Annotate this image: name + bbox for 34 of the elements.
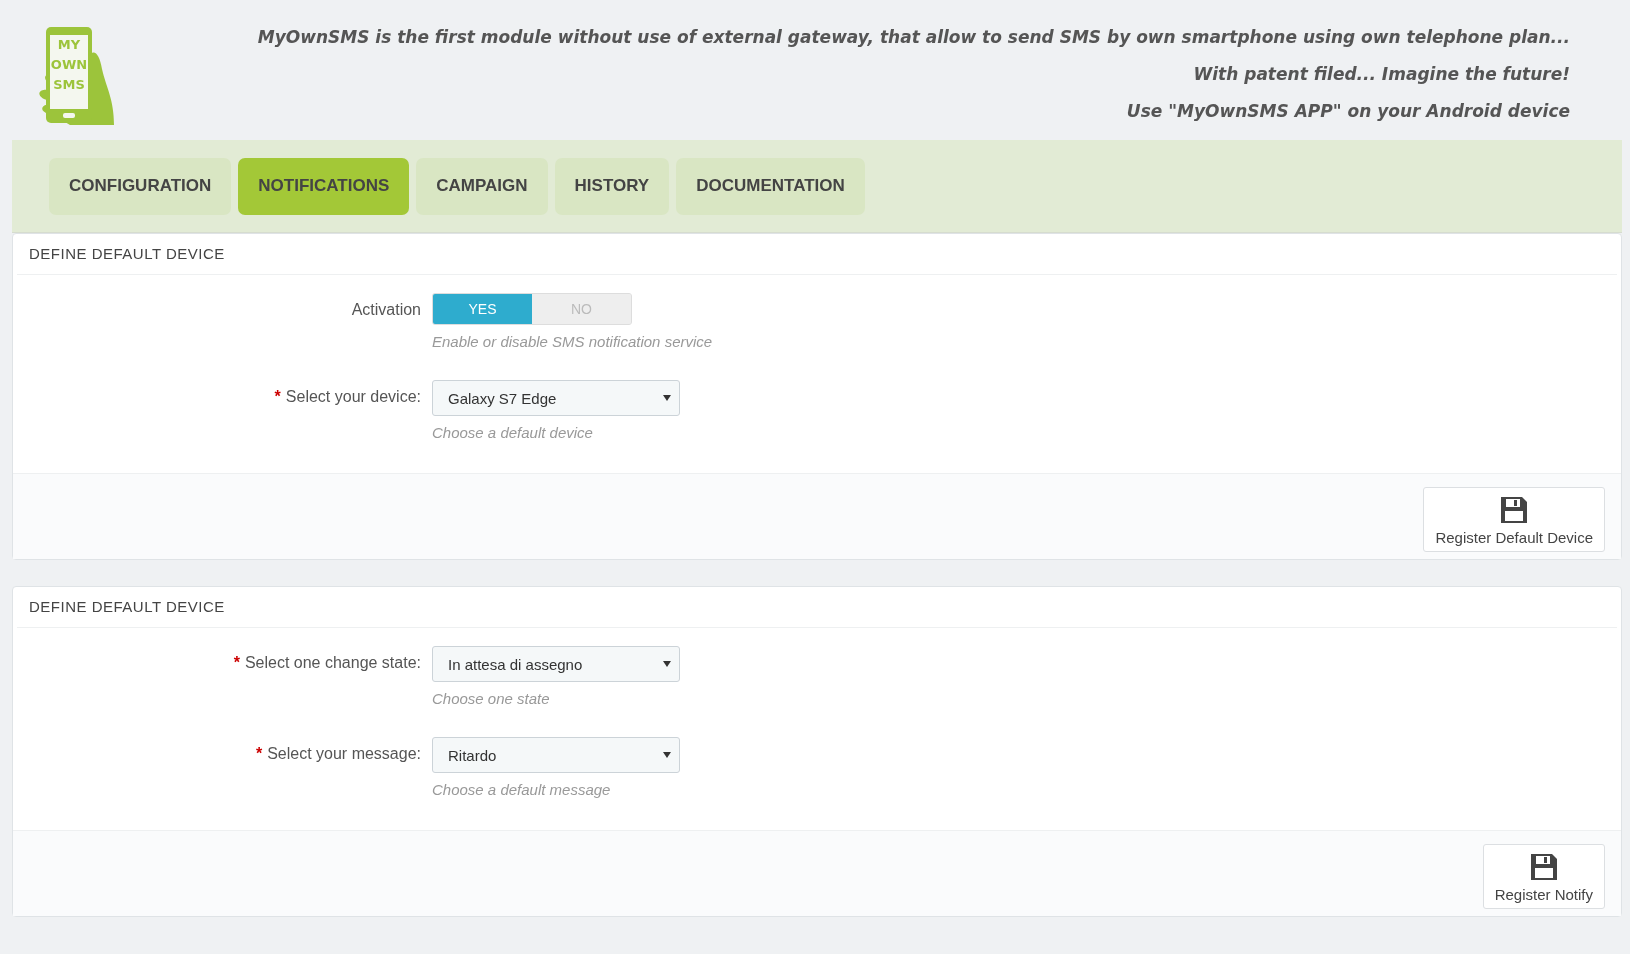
logo-text: MY (57, 37, 81, 53)
field-label: Activation (351, 301, 421, 318)
tab[interactable]: CAMPAIGN (416, 157, 548, 215)
field-label: Select one change state: (244, 654, 421, 671)
tagline-text: Use "MyOwnSMS APP" on your Android device (1126, 100, 1570, 122)
tab[interactable]: CONFIGURATION (49, 157, 232, 215)
save-button[interactable]: Register Notify (1482, 844, 1605, 909)
panel-heading: DEFINE DEFAULT DEVICE (17, 234, 1617, 275)
help-text: Enable or disable SMS notification service (432, 333, 713, 350)
panel-heading: DEFINE DEFAULT DEVICE (17, 587, 1617, 628)
save-icon (1499, 495, 1530, 525)
save-icon (1528, 852, 1559, 882)
required-marker: * (274, 388, 281, 405)
caret-icon (663, 661, 671, 667)
tagline-text: MyOwnSMS is the first module without use of external gateway, that allow to send SMS by own smartphone using own telephone plan... (257, 26, 1570, 48)
tab[interactable]: HISTORY (554, 157, 670, 215)
required-marker: * (233, 654, 240, 671)
tab[interactable]: DOCUMENTATION (676, 157, 865, 215)
field-label: Select your message: (267, 745, 421, 762)
required-marker: * (255, 745, 263, 762)
help-text: Choose one state (432, 690, 550, 707)
dropdown[interactable]: Galaxy S7 Edge (432, 380, 680, 416)
dropdown[interactable]: Ritardo (432, 737, 680, 773)
dropdown[interactable]: In attesa di assegno (432, 646, 680, 682)
caret-icon (663, 752, 671, 758)
save-button[interactable]: Register Default Device (1423, 487, 1605, 552)
help-text: Choose a default message (432, 781, 611, 798)
logo-text: OWN (50, 57, 88, 73)
tagline-text: With patent filed... Imagine the future! (1193, 63, 1570, 85)
logo-text: SMS (53, 77, 85, 93)
help-text: Choose a default device (432, 424, 593, 441)
field-label: Select your device: (285, 388, 421, 405)
caret-icon (663, 395, 671, 401)
tab[interactable]: NOTIFICATIONS (238, 157, 410, 215)
